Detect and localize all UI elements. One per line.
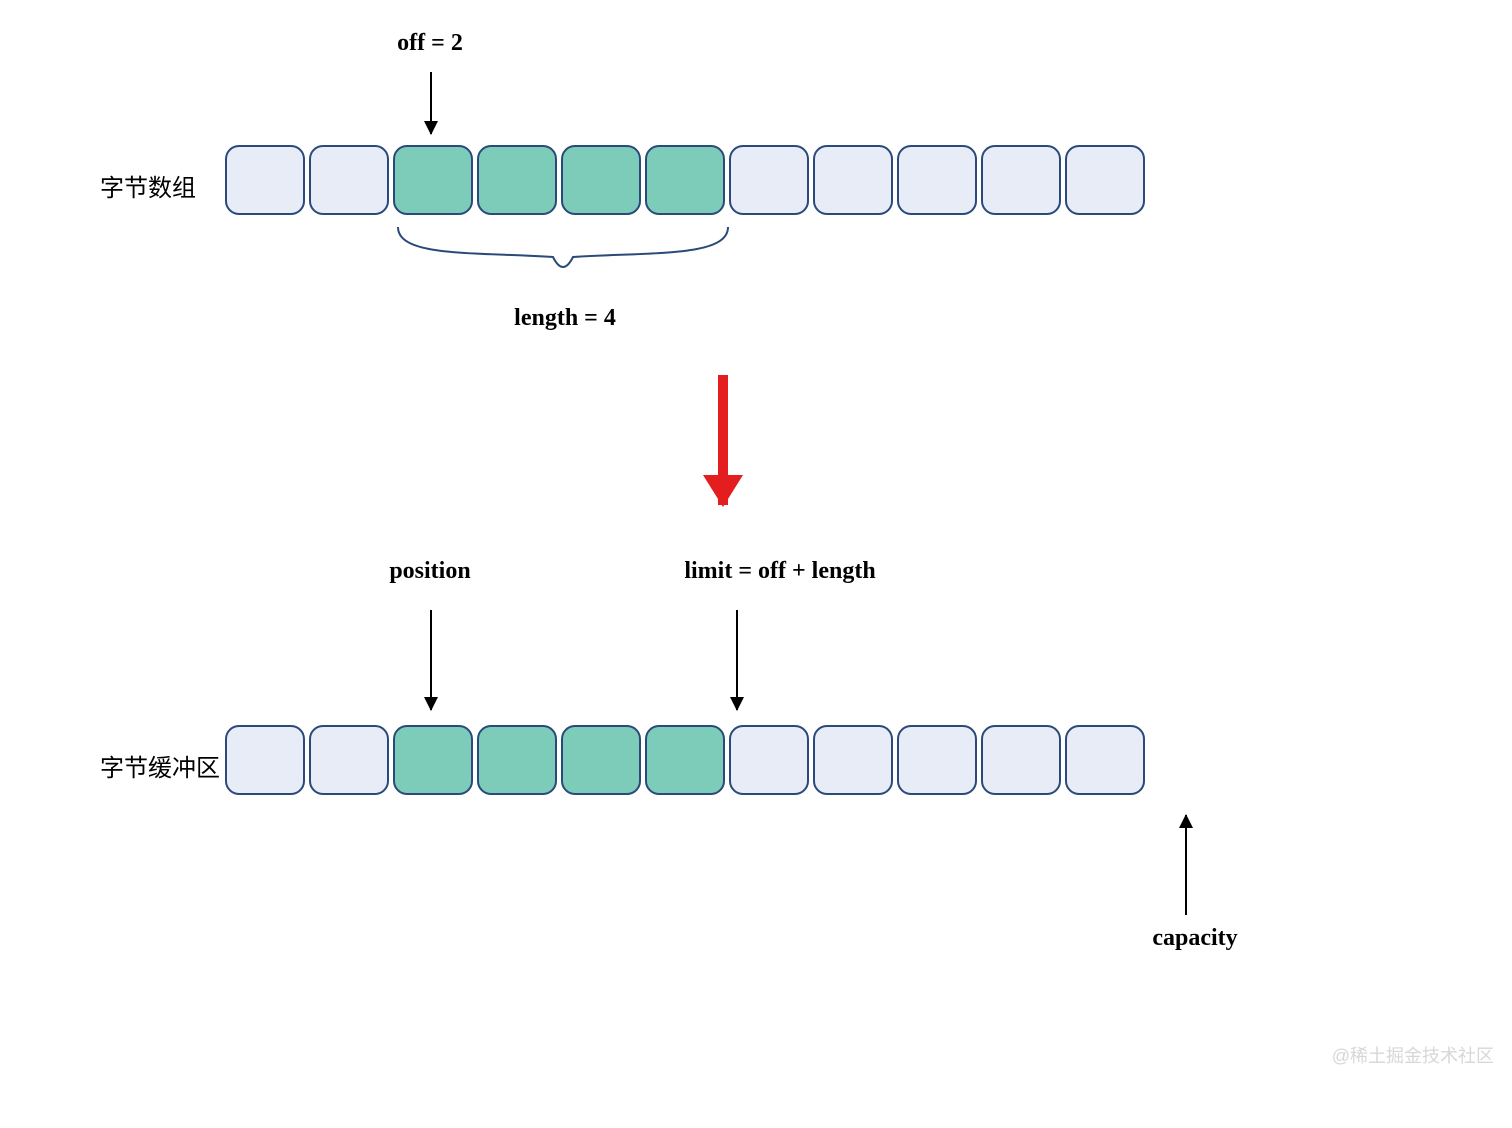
cell <box>813 145 893 215</box>
row1-label: 字节数组 <box>100 168 196 203</box>
cell <box>309 145 389 215</box>
cell <box>729 145 809 215</box>
byte-array-row <box>225 145 1145 215</box>
cell <box>477 145 557 215</box>
position-label: position <box>360 558 500 585</box>
position-arrow-icon <box>430 610 432 710</box>
cell <box>309 725 389 795</box>
cell <box>393 145 473 215</box>
cell <box>561 725 641 795</box>
cell <box>561 145 641 215</box>
capacity-label: capacity <box>1135 925 1255 952</box>
byte-buffer-row <box>225 725 1145 795</box>
flow-arrow-icon <box>718 375 728 505</box>
cell <box>813 725 893 795</box>
off-label: off = 2 <box>370 30 490 57</box>
cell <box>897 725 977 795</box>
cell <box>225 725 305 795</box>
cell <box>981 145 1061 215</box>
cell <box>981 725 1061 795</box>
cell <box>225 145 305 215</box>
limit-label: limit = off + length <box>650 558 910 585</box>
off-arrow-icon <box>430 72 432 134</box>
length-brace-icon <box>393 222 733 297</box>
row2-label: 字节缓冲区 <box>100 748 220 783</box>
cell <box>393 725 473 795</box>
cell <box>645 725 725 795</box>
length-label: length = 4 <box>485 305 645 332</box>
limit-arrow-icon <box>736 610 738 710</box>
cell <box>645 145 725 215</box>
capacity-arrow-icon <box>1185 815 1187 915</box>
cell <box>897 145 977 215</box>
watermark: @稀土掘金技术社区 <box>1332 1042 1494 1068</box>
cell <box>1065 725 1145 795</box>
cell <box>1065 145 1145 215</box>
cell <box>477 725 557 795</box>
cell <box>729 725 809 795</box>
